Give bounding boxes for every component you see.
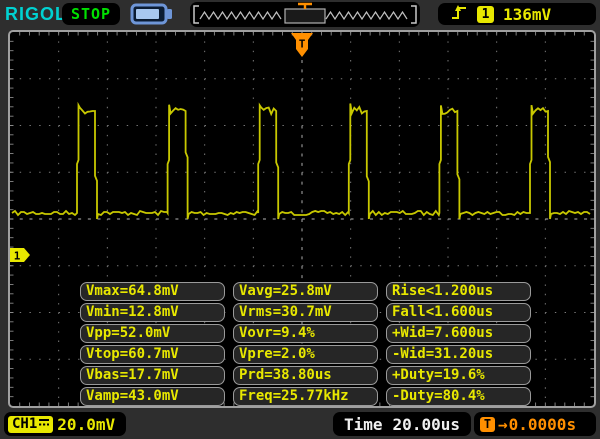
trigger-position-flag: T <box>291 33 313 57</box>
measurement-cell: Vamp=43.0mV <box>80 387 225 406</box>
run-state-label: STOP <box>70 5 112 23</box>
measurement-cell: +Duty=19.6% <box>386 366 531 385</box>
hpos-window <box>284 8 326 24</box>
horizontal-position-indicator <box>190 2 420 27</box>
bottom-status-bar: CH1 20.0mV Time 20.00us T → 0.0000s <box>0 410 600 439</box>
arrow-right-icon: → <box>498 414 508 434</box>
timebase-status: Time 20.00us <box>333 412 471 436</box>
rising-edge-icon <box>450 3 468 25</box>
measurement-cell: Vmin=12.8mV <box>80 303 225 322</box>
measurement-cell: -Wid=31.20us <box>386 345 531 364</box>
run-state-indicator: STOP <box>62 3 120 25</box>
channel1-scale-value: 20.0mV <box>57 414 116 434</box>
measurement-cell: Vmax=64.8mV <box>80 282 225 301</box>
measurement-cell: Prd=38.80us <box>233 366 378 385</box>
measurement-cell: Vtop=60.7mV <box>80 345 225 364</box>
right-bracket-icon <box>411 5 417 24</box>
channel1-trace <box>11 101 591 220</box>
timebase-value: 20.00us <box>392 414 460 434</box>
battery-icon <box>128 3 184 25</box>
oscilloscope-screen: RIGOL STOP 1 136mV T 1 Vmax=64.8mV Vavg=… <box>0 0 600 439</box>
channel1-label: CH1 <box>12 416 38 432</box>
measurement-cell: Vovr=9.4% <box>233 324 378 343</box>
trigger-offset-badge: T <box>480 416 495 432</box>
trigger-offset-value: 0.0000s <box>508 414 577 434</box>
measurement-cell: Vpre=2.0% <box>233 345 378 364</box>
measurement-cell: Vavg=25.8mV <box>233 282 378 301</box>
left-bracket-icon <box>193 5 199 24</box>
channel1-level-marker: 1 <box>10 248 30 263</box>
trigger-status: 1 136mV <box>438 3 596 25</box>
measurement-cell: Fall<1.600us <box>386 303 531 322</box>
top-status-bar: RIGOL STOP 1 136mV <box>0 0 600 29</box>
measurement-cell: Vbas=17.7mV <box>80 366 225 385</box>
trigger-level-value: 136mV <box>503 4 552 24</box>
trigger-offset-status: T → 0.0000s <box>474 412 596 436</box>
measurement-cell: -Duty=80.4% <box>386 387 531 406</box>
measurement-cell: Vpp=52.0mV <box>80 324 225 343</box>
dc-coupling-icon <box>37 415 51 433</box>
channel1-badge: CH1 <box>8 415 54 433</box>
measurement-cell: +Wid=7.600us <box>386 324 531 343</box>
brand-logo: RIGOL <box>5 4 67 24</box>
channel1-status: CH1 20.0mV <box>4 412 126 436</box>
timebase-label: Time <box>344 414 383 434</box>
measurement-panel: Vmax=64.8mV Vavg=25.8mV Rise<1.200us Vmi… <box>80 282 531 406</box>
svg-text:T: T <box>299 38 306 51</box>
waveform-display: T 1 Vmax=64.8mV Vavg=25.8mV Rise<1.200us… <box>8 30 596 408</box>
measurement-cell: Freq=25.77kHz <box>233 387 378 406</box>
measurement-cell: Rise<1.200us <box>386 282 531 301</box>
trigger-source-badge: 1 <box>477 5 494 23</box>
hpos-trigger-marker-icon <box>298 2 312 9</box>
svg-text:1: 1 <box>14 250 21 263</box>
measurement-cell: Vrms=30.7mV <box>233 303 378 322</box>
